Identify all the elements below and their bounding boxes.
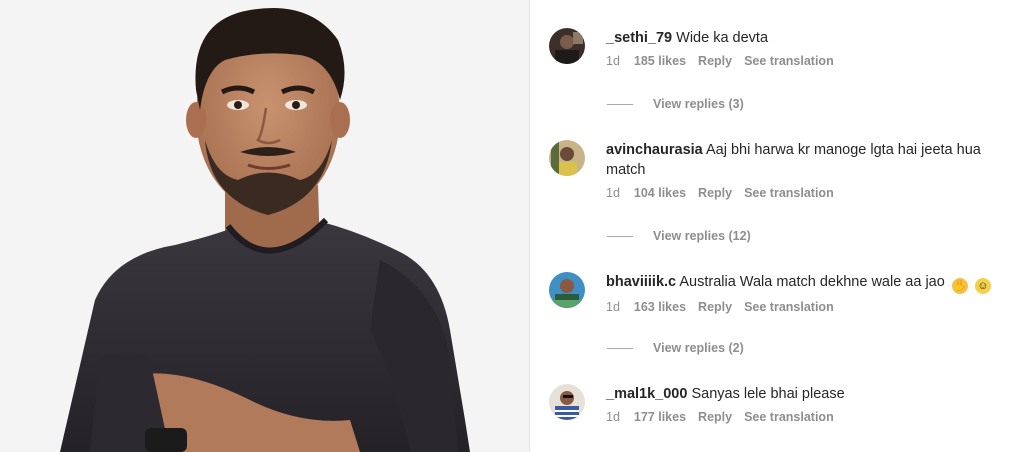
avatar-image <box>549 384 585 420</box>
laughing-face-icon: ☺ <box>974 278 991 294</box>
avatar-image <box>549 272 585 308</box>
view-replies-label: View replies (12) <box>653 229 751 243</box>
comment-text: Wide ka devta <box>676 30 769 46</box>
divider <box>607 235 633 237</box>
view-replies-button[interactable]: View replies (3) <box>607 97 744 111</box>
see-translation-button[interactable]: See translation <box>744 54 834 68</box>
likes-count[interactable]: 104 likes <box>634 186 686 200</box>
avatar[interactable] <box>549 272 585 308</box>
comment-username[interactable]: bhaviiiik.c <box>606 274 676 290</box>
view-replies-label: View replies (2) <box>653 341 744 355</box>
comment-age: 1d <box>606 300 620 314</box>
comment-age: 1d <box>606 186 620 200</box>
comment-text: Sanyas lele bhai please <box>691 386 845 402</box>
comment-username[interactable]: _sethi_79 <box>606 30 672 46</box>
reply-button[interactable]: Reply <box>698 300 732 314</box>
comment-text-row: bhaviiiik.c Australia Wala match dekhne … <box>606 272 1016 294</box>
comment-text: Australia Wala match dekhne wale aa jao <box>679 274 945 290</box>
comment-age: 1d <box>606 410 620 424</box>
view-replies-label: View replies (3) <box>653 97 744 111</box>
post-photo <box>0 0 530 452</box>
comment-age: 1d <box>606 54 620 68</box>
reply-button[interactable]: Reply <box>698 54 732 68</box>
likes-count[interactable]: 185 likes <box>634 54 686 68</box>
comment-text-row: _mal1k_000 Sanyas lele bhai please <box>606 384 1016 404</box>
avatar[interactable] <box>549 140 585 176</box>
comment-meta: 1d 177 likes Reply See translation <box>606 410 1016 424</box>
comment-text-row: _sethi_79 Wide ka devta <box>606 28 1016 48</box>
see-translation-button[interactable]: See translation <box>744 300 834 314</box>
see-translation-button[interactable]: See translation <box>744 410 834 424</box>
comment-meta: 1d 185 likes Reply See translation <box>606 54 1016 68</box>
comment-username[interactable]: _mal1k_000 <box>606 386 687 402</box>
see-translation-button[interactable]: See translation <box>744 186 834 200</box>
comment-meta: 1d 104 likes Reply See translation <box>606 186 1016 200</box>
reply-button[interactable]: Reply <box>698 410 732 424</box>
view-replies-button[interactable]: View replies (12) <box>607 229 751 243</box>
divider <box>607 347 633 349</box>
likes-count[interactable]: 163 likes <box>634 300 686 314</box>
clapping-hands-icon: ✋ <box>951 278 968 294</box>
comment-meta: 1d 163 likes Reply See translation <box>606 300 1016 314</box>
avatar[interactable] <box>549 384 585 420</box>
comments-panel: _sethi_79 Wide ka devta 1d 185 likes Rep… <box>531 0 1024 452</box>
avatar-image <box>549 28 585 64</box>
avatar-image <box>549 140 585 176</box>
likes-count[interactable]: 177 likes <box>634 410 686 424</box>
avatar[interactable] <box>549 28 585 64</box>
comment-username[interactable]: avinchaurasia <box>606 142 703 158</box>
view-replies-button[interactable]: View replies (2) <box>607 341 744 355</box>
post-image <box>0 0 529 452</box>
divider <box>607 103 633 105</box>
reply-button[interactable]: Reply <box>698 186 732 200</box>
comment-text-row: avinchaurasia Aaj bhi harwa kr manoge lg… <box>606 140 1016 180</box>
